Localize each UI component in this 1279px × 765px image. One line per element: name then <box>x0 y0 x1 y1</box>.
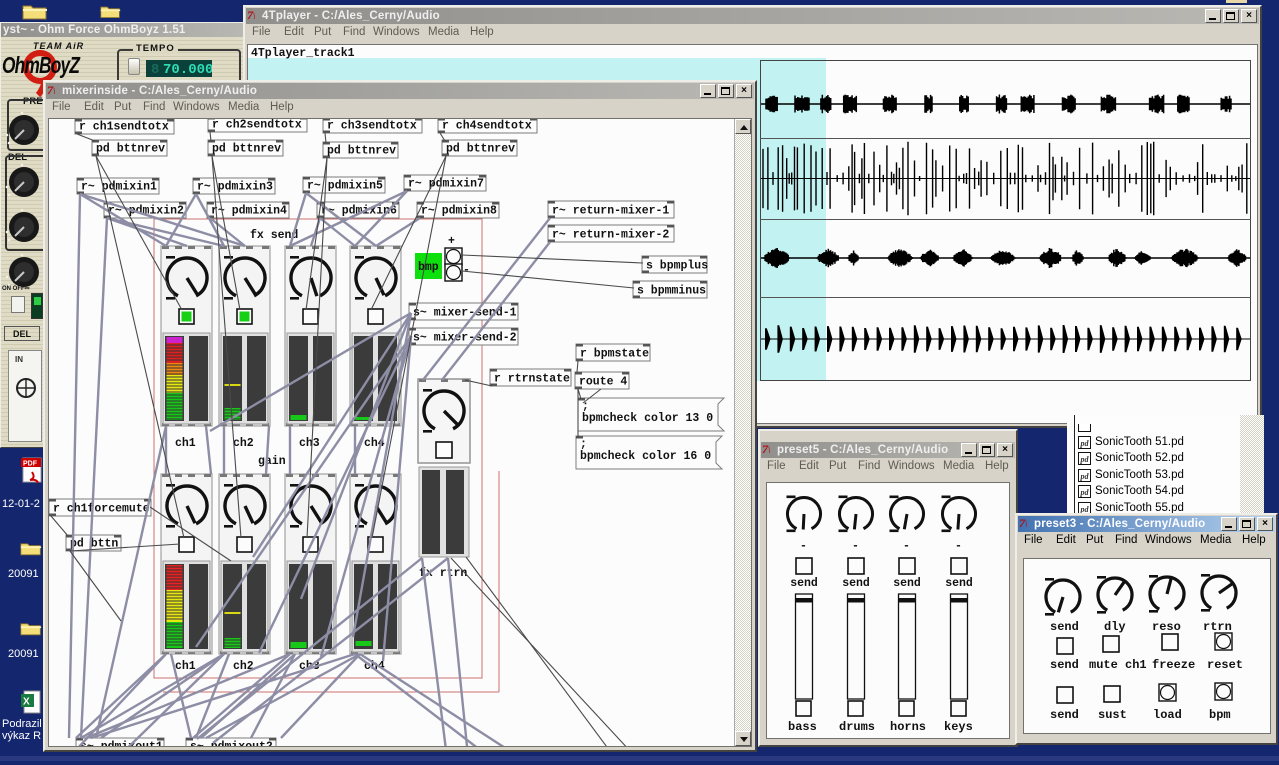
svg-text:s bpmminus: s bpmminus <box>637 285 706 298</box>
svg-text:-: - <box>463 264 470 277</box>
svg-text:ch2: ch2 <box>233 437 254 450</box>
svg-text:r~ pdmixin5: r~ pdmixin5 <box>307 180 383 193</box>
svg-text:bpmcheck color 13 0: bpmcheck color 13 0 <box>582 412 713 425</box>
svg-text:-: - <box>903 540 910 553</box>
svg-text:s~ mixer-send-1: s~ mixer-send-1 <box>413 307 517 320</box>
svg-text:s~ pdmixout2: s~ pdmixout2 <box>190 741 273 748</box>
svg-text:r ch4sendtotx: r ch4sendtotx <box>442 120 532 133</box>
svg-text:-: - <box>800 540 807 553</box>
svg-text:r ch1sendtotx: r ch1sendtotx <box>79 121 169 134</box>
svg-text:bpm: bpm <box>1209 708 1231 722</box>
svg-text:load: load <box>1153 708 1182 722</box>
svg-text:keys: keys <box>944 720 973 734</box>
svg-text:r~ return-mixer-1: r~ return-mixer-1 <box>552 205 669 218</box>
svg-text:-: - <box>955 540 962 553</box>
svg-text:send: send <box>790 577 818 590</box>
svg-text:bmp: bmp <box>418 261 439 274</box>
svg-text:drums: drums <box>839 720 875 734</box>
svg-text:r~ pdmixin8: r~ pdmixin8 <box>421 205 497 218</box>
svg-text:X: X <box>23 697 30 708</box>
svg-text:reset: reset <box>1207 658 1243 672</box>
svg-text:send: send <box>945 577 973 590</box>
svg-text:PDF: PDF <box>23 461 38 468</box>
svg-text:dly: dly <box>1104 620 1126 634</box>
svg-text:gain: gain <box>258 455 286 468</box>
svg-text:r ch2sendtotx: r ch2sendtotx <box>212 119 302 132</box>
svg-text:r ch3sendtotx: r ch3sendtotx <box>327 120 417 133</box>
svg-text:r~ pdmixin6: r~ pdmixin6 <box>321 205 397 218</box>
svg-text:send: send <box>842 577 870 590</box>
svg-text:r~ pdmixin7: r~ pdmixin7 <box>408 178 484 191</box>
svg-text:rtrn: rtrn <box>1203 620 1232 634</box>
svg-text:s~ pdmixout1: s~ pdmixout1 <box>80 741 163 748</box>
svg-text:reso: reso <box>1152 620 1181 634</box>
svg-text:pd bttnrev: pd bttnrev <box>327 145 396 158</box>
svg-text:pd bttnrev: pd bttnrev <box>96 143 165 156</box>
svg-text:r ch1forcemute: r ch1forcemute <box>53 503 150 516</box>
svg-text:4Tplayer_track1: 4Tplayer_track1 <box>251 47 355 60</box>
svg-text:route 4: route 4 <box>579 376 627 389</box>
svg-text:s bpmplus: s bpmplus <box>646 260 708 273</box>
svg-text:send: send <box>1050 708 1079 722</box>
svg-text:r~ return-mixer-2: r~ return-mixer-2 <box>552 229 669 242</box>
svg-text:send: send <box>893 577 921 590</box>
svg-text:s~ mixer-send-2: s~ mixer-send-2 <box>413 332 517 345</box>
svg-text:r~ pdmixin3: r~ pdmixin3 <box>197 181 273 194</box>
svg-text:r~ pdmixin1: r~ pdmixin1 <box>81 181 157 194</box>
svg-text:horns: horns <box>890 720 926 734</box>
svg-text:ch1: ch1 <box>175 437 196 450</box>
svg-text:r bpmstate: r bpmstate <box>580 348 649 361</box>
svg-text:send: send <box>1050 620 1079 634</box>
svg-text:bpmcheck color 16 0: bpmcheck color 16 0 <box>580 450 711 463</box>
svg-text:sust: sust <box>1098 708 1127 722</box>
svg-text:r rtrnstate: r rtrnstate <box>494 373 570 386</box>
svg-text:ch3: ch3 <box>299 437 320 450</box>
svg-text:fx rtrn: fx rtrn <box>419 567 467 580</box>
svg-text:-: - <box>852 540 859 553</box>
svg-text:send: send <box>1050 658 1079 672</box>
svg-text:freeze: freeze <box>1152 658 1195 672</box>
svg-text:pd bttnrev: pd bttnrev <box>446 143 515 156</box>
svg-text:bass: bass <box>788 720 817 734</box>
svg-text:+: + <box>448 235 455 248</box>
svg-text:mute ch1: mute ch1 <box>1089 658 1147 672</box>
svg-text:pd bttnrev: pd bttnrev <box>212 143 281 156</box>
